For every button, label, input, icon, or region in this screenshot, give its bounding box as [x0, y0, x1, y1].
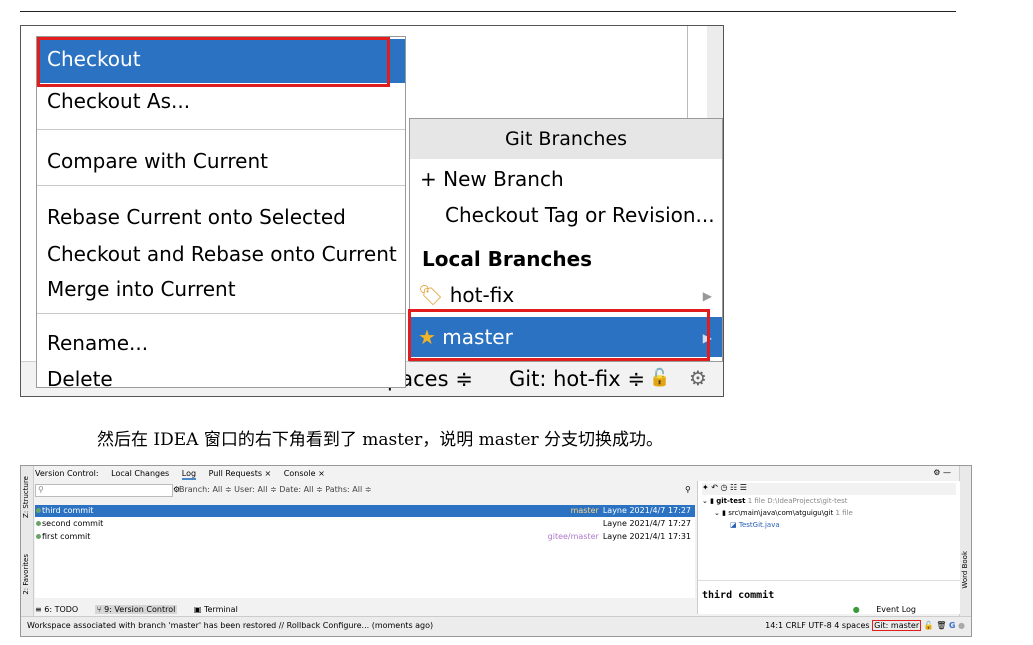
word-book-tab[interactable]: Word Book	[961, 551, 969, 589]
branch-menu-screenshot: spaces ≑ Git: hot-fix ≑ 🔓 ⚙ Checkout Che…	[20, 25, 724, 397]
menu-item-rebase[interactable]: Rebase Current onto Selected	[47, 205, 346, 229]
menu-item-compare[interactable]: Compare with Current	[47, 149, 268, 173]
memory-indicator-icon[interactable]: ⚙	[689, 366, 707, 390]
checkout-tag-item[interactable]: Checkout Tag or Revision...	[410, 203, 722, 227]
tab-console[interactable]: Console ×	[284, 469, 325, 478]
tag-icon: 🏷	[418, 283, 444, 307]
lock-icon[interactable]: 🔓	[924, 621, 934, 630]
panel-divider	[687, 26, 688, 126]
commit-date: 2021/4/7 17:27	[629, 506, 691, 515]
status-dot-icon[interactable]: ●	[958, 621, 965, 630]
event-log-button[interactable]: ● Event Log	[853, 605, 930, 614]
git-branch-widget[interactable]: Git: master	[872, 620, 922, 631]
tab-todo[interactable]: ≡ 6: TODO	[35, 605, 78, 614]
status-message: Workspace associated with branch 'master…	[27, 621, 434, 630]
ide-screenshot: Z: Structure 2: Favorites Word Book Vers…	[20, 465, 972, 637]
tab-local-changes[interactable]: Local Changes	[111, 469, 169, 478]
bottom-tool-tabs: ≡ 6: TODO ⑂ 9: Version Control ▣ Termina…	[35, 605, 957, 616]
graph-node	[36, 521, 41, 526]
toolbar-icons[interactable]: ✦ ↶ ◷ ☷ ☰	[702, 483, 747, 492]
menu-item-merge[interactable]: Merge into Current	[47, 277, 236, 301]
details-toolbar: ✦ ↶ ◷ ☷ ☰	[702, 483, 956, 495]
menu-item-checkout-as[interactable]: Checkout As...	[47, 89, 190, 113]
commit-meta: gitee/master Layne 2021/4/1 17:31	[548, 531, 691, 543]
branch-item-hot-fix[interactable]: 🏷 hot-fix ▶	[410, 283, 722, 307]
branch-user-date-filters[interactable]: Branch: All ≑ User: All ≑ Date: All ≑ Pa…	[179, 485, 371, 494]
search-icon: ⚲	[38, 485, 44, 494]
commit-row[interactable]: second commit Layne 2021/4/7 17:27	[35, 518, 695, 530]
ide-status-bar: Workspace associated with branch 'master…	[21, 616, 971, 636]
tree-root[interactable]: ⌄ ▮ git-test 1 file D:\IdeaProjects\git-…	[702, 497, 848, 505]
tab-pull-requests[interactable]: Pull Requests ×	[209, 469, 272, 478]
structure-tool-tab[interactable]: Z: Structure	[22, 476, 30, 518]
menu-separator	[37, 185, 405, 186]
menu-separator	[37, 129, 405, 130]
expand-icon: ⌄	[702, 497, 708, 505]
commit-log-list: third commit master Layne 2021/4/7 17:27 …	[35, 505, 695, 598]
folder-icon: ▮	[722, 509, 726, 517]
right-tool-strip: Word Book	[959, 466, 971, 616]
tree-file[interactable]: ◪ TestGit.java	[730, 521, 780, 529]
commit-author: Layne	[602, 532, 627, 541]
highlight-box	[408, 309, 710, 361]
search-icon[interactable]: ⚲	[685, 485, 691, 494]
commit-author: Layne	[602, 506, 627, 515]
graph-node	[36, 534, 41, 539]
favorites-tool-tab[interactable]: 2: Favorites	[22, 554, 30, 595]
lock-icon[interactable]: 🔓	[649, 368, 670, 388]
menu-separator	[37, 313, 405, 314]
caption-text: 然后在 IDEA 窗口的右下角看到了 master，说明 master 分支切换…	[97, 430, 664, 450]
highlight-box	[37, 37, 390, 87]
trash-icon[interactable]: 🗑	[936, 621, 946, 630]
commit-details-panel: ✦ ↶ ◷ ☷ ☰ ⌄ ▮ git-test 1 file D:\IdeaPro…	[697, 481, 960, 614]
commit-date: 2021/4/7 17:27	[629, 519, 691, 528]
popup-title: Git Branches	[410, 119, 722, 159]
commit-meta: master Layne 2021/4/7 17:27	[571, 505, 691, 517]
tab-log[interactable]: Log	[181, 469, 197, 480]
status-right: 14:1 CRLF UTF-8 4 spaces Git: master 🔓 🗑…	[765, 620, 965, 631]
branch-ref-label: master	[570, 506, 599, 515]
git-branch-widget[interactable]: Git: hot-fix ≑	[509, 367, 645, 391]
commit-row[interactable]: first commit gitee/master Layne 2021/4/1 …	[35, 531, 695, 543]
folder-icon: ▮	[710, 497, 714, 505]
graph-node	[36, 508, 41, 513]
gear-icon[interactable]: ⚙ —	[933, 468, 951, 477]
java-file-icon: ◪	[730, 521, 737, 529]
event-log-icon: ●	[852, 605, 860, 614]
google-icon[interactable]: G	[949, 621, 956, 630]
tree-package[interactable]: ⌄ ▮ src\main\java\com\atguigu\git 1 file	[714, 509, 853, 517]
search-input[interactable]: ⚲	[35, 484, 173, 497]
menu-item-checkout-rebase[interactable]: Checkout and Rebase onto Current	[47, 242, 397, 266]
menu-item-rename[interactable]: Rename...	[47, 331, 148, 355]
tab-terminal[interactable]: ▣ Terminal	[194, 605, 238, 614]
plus-icon: +	[420, 167, 437, 191]
menu-item-delete[interactable]: Delete	[47, 367, 113, 391]
expand-icon: ⌄	[714, 509, 720, 517]
commit-meta: Layne 2021/4/7 17:27	[603, 518, 691, 530]
branch-context-menu: Checkout Checkout As... Compare with Cur…	[36, 36, 406, 391]
tab-label: Version Control:	[35, 469, 99, 478]
editor-info[interactable]: 14:1 CRLF UTF-8 4 spaces	[765, 621, 869, 630]
commit-author: Layne	[602, 519, 627, 528]
left-tool-strip: Z: Structure 2: Favorites	[21, 466, 34, 616]
commit-date: 2021/4/1 17:31	[629, 532, 691, 541]
log-filter-bar: ⚲ ⚙ Branch: All ≑ User: All ≑ Date: All …	[35, 484, 693, 497]
vcs-tab-bar: Version Control: Local Changes Log Pull …	[35, 469, 335, 481]
tab-version-control[interactable]: ⑂ 9: Version Control	[94, 605, 178, 614]
commit-row[interactable]: third commit master Layne 2021/4/7 17:27	[35, 505, 695, 517]
local-branches-header: Local Branches	[422, 247, 593, 271]
branch-ref-label: gitee/master	[547, 532, 599, 541]
submenu-arrow-icon: ▶	[702, 289, 712, 303]
top-rule	[20, 11, 956, 12]
new-branch-item[interactable]: + New Branch	[410, 167, 722, 191]
